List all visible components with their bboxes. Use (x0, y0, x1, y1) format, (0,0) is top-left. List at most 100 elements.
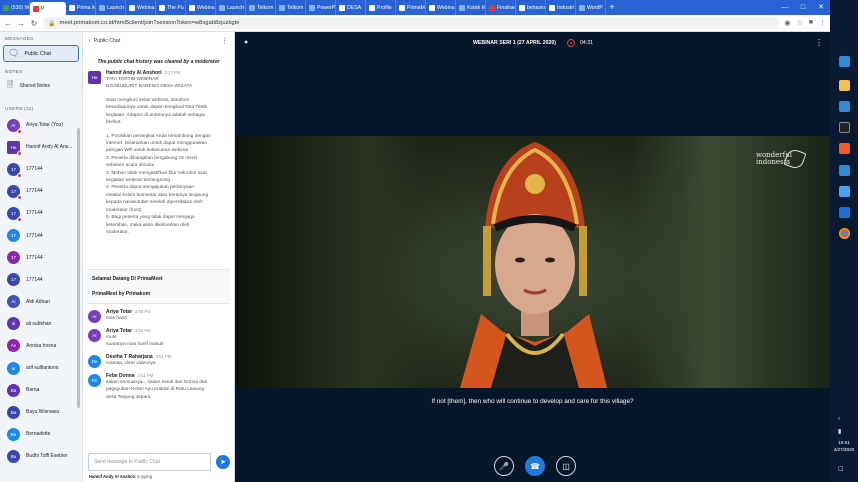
menu-icon[interactable]: ⋮ (819, 19, 826, 27)
browser-tab[interactable]: DESA (336, 0, 366, 15)
tab-title: behavio (527, 4, 546, 11)
browser-tab[interactable]: Prima M (66, 0, 96, 15)
browser-tab[interactable]: (530) W (0, 0, 30, 15)
welcome-message: Selamat Datang Di PrimaMeet PrimaMeet by … (87, 269, 230, 304)
browser-tab[interactable]: WordP (576, 0, 606, 15)
file-explorer-icon[interactable] (839, 80, 850, 91)
brave-icon[interactable] (839, 143, 850, 154)
browser-tab[interactable]: P (30, 2, 66, 15)
minimize-icon[interactable]: — (776, 0, 794, 15)
tab-icon (459, 4, 465, 11)
public-chat-item[interactable]: 🗨 Public Chat (3, 45, 79, 62)
edge-icon[interactable] (839, 56, 850, 67)
forward-arrow-icon[interactable]: → (17, 19, 25, 28)
browser-tab[interactable]: PowerP (306, 0, 336, 15)
avatar-initials: al (11, 321, 16, 327)
message-line: kegiatan webinar berlangsung (106, 178, 171, 184)
chat-title[interactable]: Public Chat (94, 38, 121, 44)
chevron-left-icon[interactable]: ‹ (89, 38, 91, 44)
tab-title: Webina (437, 4, 455, 11)
user-icon[interactable]: ● (244, 39, 248, 46)
onedrive-icon[interactable] (839, 186, 850, 197)
share-webcam-button[interactable]: ◫ (556, 456, 576, 476)
recording-icon[interactable] (567, 39, 575, 47)
avatar: Ha (7, 140, 22, 156)
browser-tab[interactable]: PrimaM (396, 0, 426, 15)
avatar: Ar (7, 118, 22, 134)
user-name: 177144 (26, 276, 43, 283)
camera-icon[interactable]: ◉ (784, 19, 790, 27)
back-arrow-icon[interactable]: ← (4, 19, 12, 28)
tab-title: Telkom (287, 4, 304, 11)
extension-icon[interactable]: ■ (809, 19, 813, 27)
message-line: kepada narasumber setelah dipersilakan o… (106, 200, 203, 206)
audio-phone-button[interactable]: ☎ (525, 456, 545, 476)
tab-title: (530) W (11, 4, 30, 11)
user-list-item[interactable]: al ali subkhan (0, 313, 78, 335)
avatar-initials: Fe (91, 377, 98, 383)
browser-tab[interactable]: Profile (366, 0, 396, 15)
browser-tab[interactable]: behavio (516, 0, 546, 15)
browser-tab[interactable]: Telkom (246, 0, 276, 15)
user-list-item[interactable]: Ai Aldi Adrian (0, 291, 78, 313)
browser-tab[interactable]: Webina (426, 0, 456, 15)
shared-video[interactable]: wonderful indonesia (235, 136, 830, 388)
browser-tab[interactable]: Webina (186, 0, 216, 15)
browser-tab[interactable]: Launch (216, 0, 246, 15)
user-list-item[interactable]: An Annisa hosna (0, 335, 78, 357)
user-list-item[interactable]: 17 177144 (0, 202, 78, 224)
battery-icon[interactable]: ▮ (838, 428, 841, 435)
user-list-item[interactable]: 17 177144 (0, 269, 78, 291)
browser-tab[interactable]: The Pu (156, 0, 186, 15)
chat-message-input[interactable]: Send message to Public Chat (88, 453, 211, 471)
user-list-item[interactable]: ar arif sulfiantono (0, 357, 78, 379)
reload-icon[interactable]: ↻ (30, 19, 38, 28)
browser-tab[interactable]: Telkom (276, 0, 306, 15)
user-name: Annisa hosna (26, 342, 57, 349)
store-icon[interactable] (839, 101, 850, 112)
system-clock[interactable]: 15:51 4/27/2020 (832, 440, 856, 454)
user-list-item[interactable]: Ba Bayu Wisnawa (0, 401, 78, 423)
user-list-item[interactable]: 17 177144 (0, 247, 78, 269)
mute-mic-button[interactable]: 🎤 (494, 456, 514, 476)
user-list-item[interactable]: Ar Ariya Totar (You) (0, 114, 78, 136)
user-list-item[interactable]: Ha Hannif Andy Al Ans... (0, 136, 78, 158)
message-line: NGABUBURIT BARENG DESA WISATA (106, 84, 193, 90)
calendar-icon[interactable] (839, 207, 850, 218)
options-menu-icon[interactable]: ⋮ (815, 38, 823, 47)
user-name: 177144 (26, 232, 43, 239)
whatsapp-icon (3, 4, 9, 11)
browser-tab[interactable]: Finalise (486, 0, 516, 15)
url-input[interactable]: 🔒 meet.primakom.co.id/html5client/join?s… (43, 17, 780, 29)
notification-icon[interactable]: ☐ (838, 466, 843, 473)
browser-tab[interactable]: Webina (126, 0, 156, 15)
message-line: mantap, clear videonya (106, 360, 156, 366)
user-list-item[interactable]: Ba Barna (0, 379, 78, 401)
shared-notes-item[interactable]: 🗎 Shared Notes (0, 78, 82, 94)
chevron-left-icon[interactable]: ‹ (838, 416, 840, 422)
user-list-scrollbar[interactable] (77, 128, 80, 408)
message-line: mas hanif (106, 316, 127, 321)
browser-tab[interactable]: Launch (96, 0, 126, 15)
send-button[interactable]: ➤ (216, 455, 230, 469)
chrome-icon[interactable] (839, 228, 850, 239)
new-tab-button[interactable]: + (606, 0, 618, 15)
user-name: 177144 (26, 210, 43, 217)
star-icon[interactable]: ☆ (796, 19, 802, 27)
mail-icon[interactable] (839, 165, 850, 176)
browser-tab[interactable]: Industri (546, 0, 576, 15)
user-list-item[interactable]: Bu Budhi Toffl Exebler (0, 445, 78, 467)
face (495, 214, 575, 314)
message-line: kesediaannya untuk dapat mengikuti Tata … (106, 105, 208, 111)
chat-options-icon[interactable]: ⋮ (221, 37, 228, 45)
user-list-item[interactable]: Be Bernadette (0, 423, 78, 445)
browser-tab[interactable]: Kotak M (456, 0, 486, 15)
user-list-item[interactable]: 17 177144 (0, 158, 78, 180)
avatar-initials: De (91, 358, 98, 364)
avatar-initials: Ba (10, 387, 17, 393)
user-list-item[interactable]: 17 177144 (0, 180, 78, 202)
user-list-item[interactable]: 17 177144 (0, 224, 78, 246)
maximize-icon[interactable]: □ (794, 0, 812, 15)
close-icon[interactable]: ✕ (812, 0, 830, 15)
terminal-icon[interactable] (839, 122, 850, 133)
